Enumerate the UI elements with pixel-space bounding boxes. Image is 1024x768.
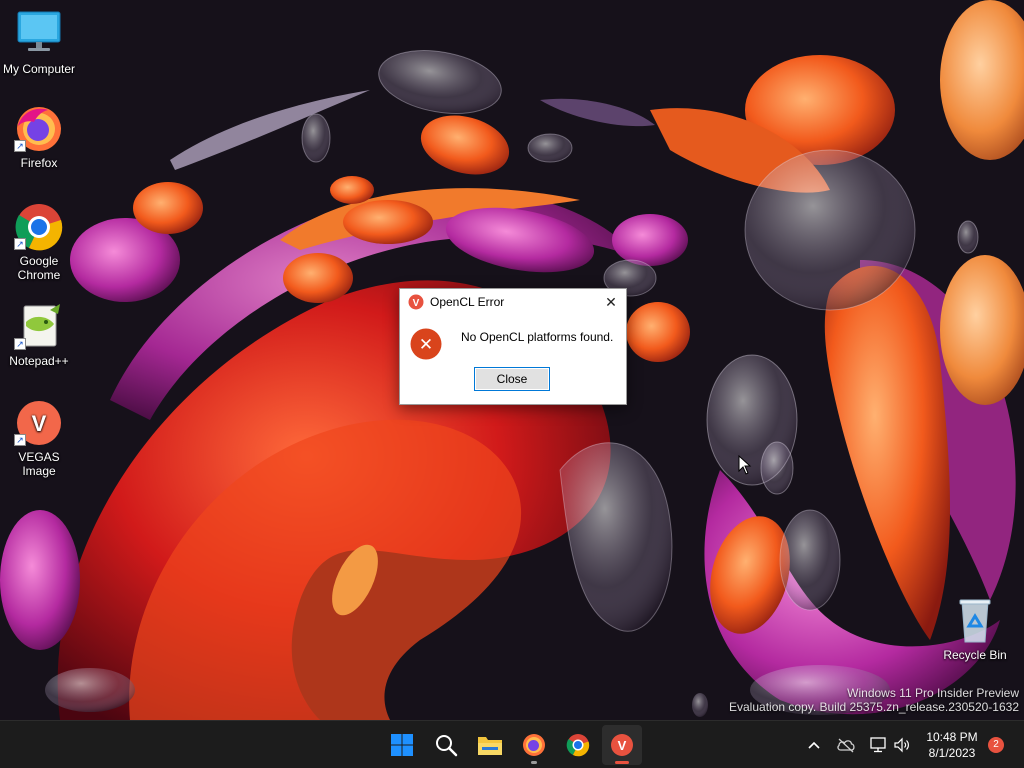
network-tray-button[interactable] — [868, 735, 888, 755]
search-icon — [436, 735, 458, 757]
active-indicator — [615, 761, 629, 764]
desktop-icon-label: Firefox — [20, 156, 58, 170]
close-icon: ✕ — [605, 293, 617, 310]
windows-logo-icon — [391, 734, 413, 756]
desktop-icon-label: My Computer — [2, 62, 76, 76]
vegas-app-icon: V — [408, 294, 424, 310]
cloud-offline-icon — [837, 738, 855, 753]
desktop-icon-recycle-bin[interactable]: Recycle Bin — [936, 596, 1014, 662]
speaker-icon — [894, 737, 909, 753]
folder-icon — [478, 737, 502, 755]
search-button[interactable] — [426, 725, 466, 765]
desktop-icon-firefox[interactable]: ↗ Firefox — [0, 104, 78, 170]
notepad-plus-plus-icon: ↗ — [14, 302, 64, 352]
monitor-icon — [14, 10, 64, 60]
onedrive-tray-button[interactable] — [836, 735, 856, 755]
svg-text:✕: ✕ — [419, 335, 433, 355]
dialog-message: No OpenCL platforms found. — [461, 330, 614, 344]
dialog-close-x-button[interactable]: ✕ — [596, 289, 626, 315]
network-icon — [870, 737, 886, 753]
opencl-error-dialog: V OpenCL Error ✕ ✕ No OpenCL platforms f… — [399, 288, 627, 405]
shortcut-arrow-icon: ↗ — [14, 238, 26, 250]
running-indicator — [531, 761, 537, 764]
desktop-icon-label: Google Chrome — [17, 254, 61, 282]
firefox-icon: ↗ — [14, 104, 64, 154]
shortcut-arrow-icon: ↗ — [14, 434, 26, 446]
firefox-icon — [523, 734, 545, 756]
vegas-image-icon: V — [611, 734, 633, 756]
recycle-bin-icon — [950, 596, 1000, 646]
close-button[interactable]: Close — [474, 367, 550, 391]
file-explorer-button[interactable] — [470, 725, 510, 765]
desktop-icon-label: Notepad++ — [9, 354, 69, 368]
vegas-image-icon: V ↗ — [14, 398, 64, 448]
notification-count-badge[interactable]: 2 — [988, 737, 1004, 753]
taskbar-vegas-image-button[interactable]: V — [602, 725, 642, 765]
taskbar-chrome-button[interactable] — [558, 725, 598, 765]
svg-text:V: V — [32, 411, 47, 436]
taskbar-firefox-button[interactable] — [514, 725, 554, 765]
watermark-build: Evaluation copy. Build 25375.zn_release.… — [729, 700, 1019, 714]
desktop-icon-label: VEGAS Image — [18, 450, 60, 478]
mouse-pointer-icon — [738, 455, 752, 475]
desktop-icon-google-chrome[interactable]: ↗ Google Chrome — [0, 202, 78, 282]
show-hidden-icons-button[interactable] — [804, 735, 824, 755]
chrome-icon: ↗ — [14, 202, 64, 252]
watermark-edition: Windows 11 Pro Insider Preview — [847, 686, 1019, 700]
shortcut-arrow-icon: ↗ — [14, 338, 26, 350]
clock-time: 10:48 PM — [926, 730, 978, 744]
windows-evaluation-watermark: Windows 11 Pro Insider Preview Evaluatio… — [729, 686, 1019, 714]
volume-tray-button[interactable] — [892, 735, 912, 755]
start-button[interactable] — [382, 725, 422, 765]
dialog-titlebar[interactable]: V OpenCL Error ✕ — [400, 289, 626, 315]
desktop-icon-label: Recycle Bin — [943, 648, 1007, 662]
shortcut-arrow-icon: ↗ — [14, 140, 26, 152]
dialog-title: OpenCL Error — [430, 295, 505, 309]
chrome-icon — [566, 734, 590, 757]
error-icon: ✕ — [410, 328, 442, 360]
clock-date: 8/1/2023 — [928, 746, 976, 760]
svg-text:V: V — [618, 738, 627, 753]
svg-text:V: V — [413, 298, 420, 309]
chevron-up-icon — [808, 741, 820, 749]
desktop-icon-notepad-plus-plus[interactable]: ↗ Notepad++ — [0, 302, 78, 368]
taskbar: V 10:48 PM 8/1/2023 2 — [0, 720, 1024, 768]
taskbar-clock[interactable]: 10:48 PM 8/1/2023 — [918, 729, 986, 761]
desktop-icon-my-computer[interactable]: My Computer — [0, 10, 78, 76]
desktop-icon-vegas-image[interactable]: V ↗ VEGAS Image — [0, 398, 78, 478]
